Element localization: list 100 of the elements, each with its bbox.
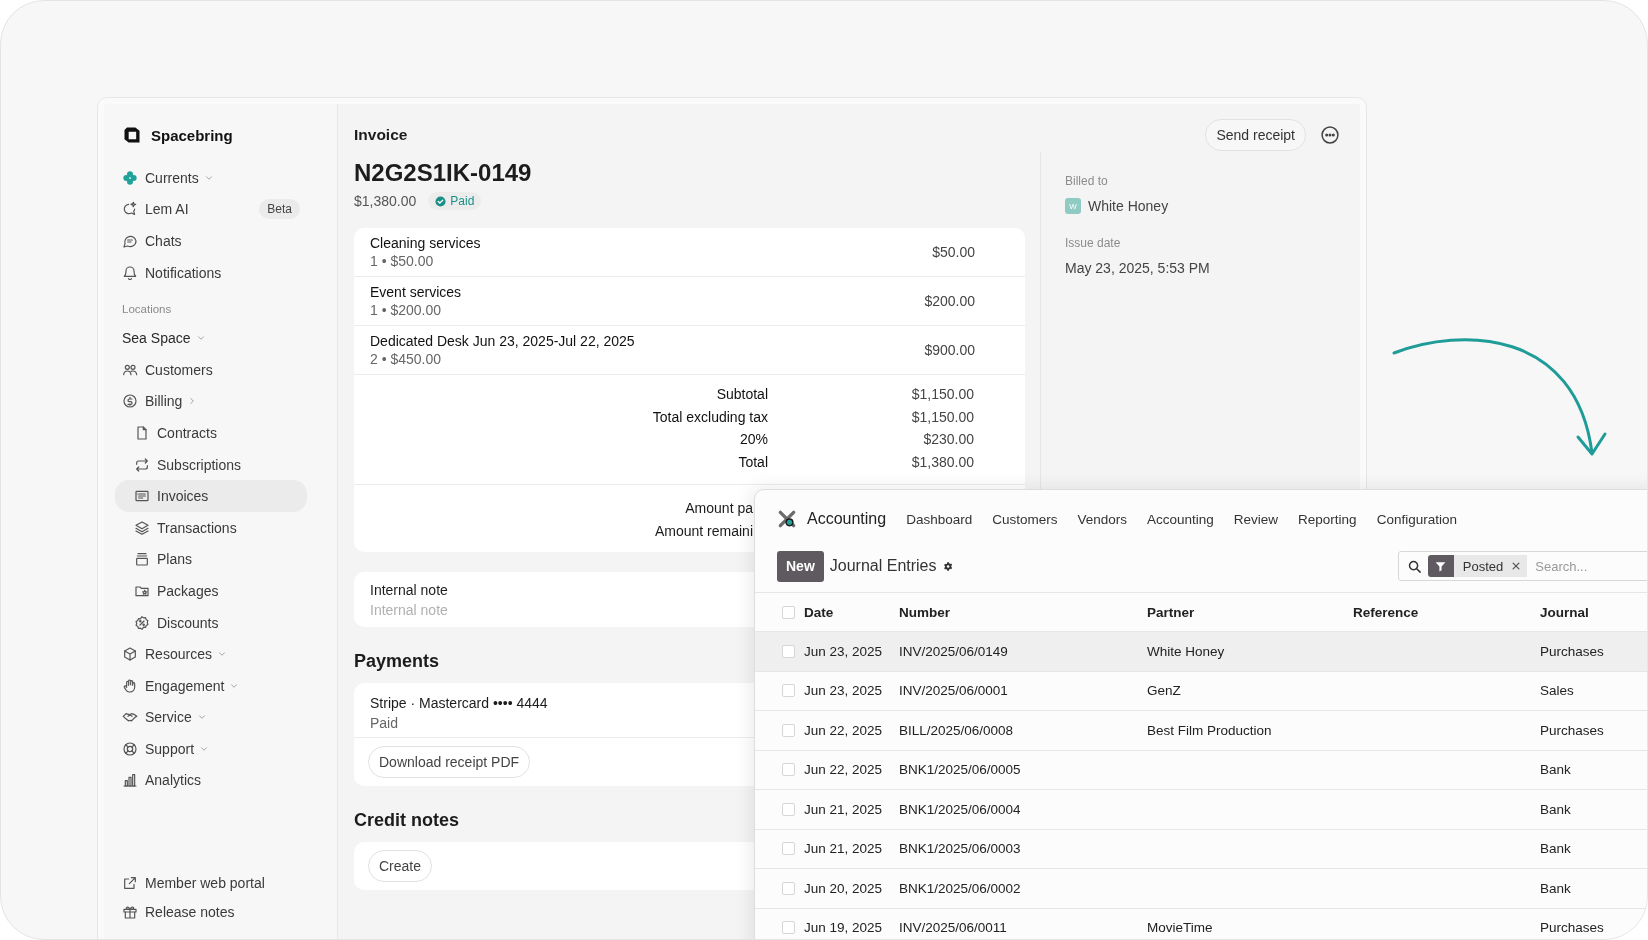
item-detail: 1 • $50.00 (370, 252, 435, 270)
ai-chat-icon (122, 201, 138, 218)
table-cell-text: BNK1/2025/06/0004 (899, 801, 1022, 817)
clover-icon (122, 169, 138, 186)
filter-chip[interactable]: Posted (1453, 555, 1528, 577)
table-cell-text: White Honey (1147, 643, 1226, 659)
table-cell-text: Bank (1540, 801, 1572, 817)
table-cell-text: Purchases (1540, 643, 1605, 659)
sidebar-item[interactable]: Chats (115, 225, 307, 257)
total-label: 20% (738, 430, 768, 450)
search-field[interactable]: Posted Search... (1397, 551, 1647, 581)
column-header[interactable]: Journal (1540, 604, 1647, 620)
table-cell-text: BILL/2025/06/0008 (899, 722, 1015, 738)
note-field[interactable]: Internal note (370, 600, 670, 620)
sidebar-item[interactable]: Resources (115, 638, 307, 670)
create-button[interactable]: Create (368, 850, 433, 883)
brand-name: Spacebring (151, 126, 233, 144)
table-row[interactable]: Jun 21, 2025 BNK1/2025/06/0004 Bank (755, 790, 1647, 830)
column-header[interactable]: Date (804, 604, 899, 620)
sidebar-item[interactable]: Support (115, 733, 307, 765)
column-header[interactable]: Number (899, 604, 1147, 620)
sidebar-item[interactable]: Invoices (115, 480, 307, 512)
checkbox[interactable] (782, 921, 795, 935)
box-icon (122, 646, 138, 663)
settings-icon[interactable] (942, 559, 953, 573)
nav-link[interactable]: Vendors (1077, 511, 1128, 527)
table-row[interactable]: Jun 22, 2025 BNK1/2025/06/0005 Bank (755, 750, 1647, 790)
sidebar-item[interactable]: Analytics (115, 764, 307, 797)
nav-link[interactable]: Review (1233, 511, 1279, 527)
sidebar-item[interactable]: Contracts (115, 417, 307, 449)
sidebar-item[interactable]: Currents (115, 162, 307, 194)
sidebar-item[interactable]: Member web portal (115, 869, 307, 898)
table-cell-text: Sales (1540, 683, 1575, 699)
checkbox[interactable] (782, 644, 795, 658)
beta-tag: Beta (259, 199, 300, 220)
nav-link[interactable]: Customers (992, 511, 1058, 527)
checkbox[interactable] (782, 802, 795, 816)
lifebuoy-icon (122, 740, 138, 757)
logo-icon (122, 125, 142, 145)
table-row[interactable]: Jun 22, 2025 BILL/2025/06/0008 Best Film Production Purchases (755, 711, 1647, 751)
field-label: Billed to (1065, 174, 1108, 188)
nav-link[interactable]: Reporting (1298, 511, 1357, 527)
send-receipt-button[interactable]: Send receipt (1205, 119, 1306, 151)
bar-chart-icon (122, 772, 138, 789)
customer-name: White Honey (1088, 198, 1169, 214)
table-row[interactable]: Jun 20, 2025 BNK1/2025/06/0002 Bank (755, 869, 1647, 909)
checkbox[interactable] (782, 763, 795, 777)
column-header[interactable]: Partner (1147, 604, 1353, 620)
sidebar-item[interactable]: Transactions (115, 511, 307, 544)
table-cell-text: Bank (1540, 762, 1572, 778)
sidebar-item[interactable]: Engagement (115, 669, 307, 702)
table-cell-text: Best Film Production (1147, 722, 1273, 738)
table-cell-text: Jun 23, 2025 (804, 643, 884, 659)
sidebar-item[interactable]: Service (115, 701, 307, 734)
total-value: $1,150.00 (910, 407, 974, 427)
more-icon[interactable] (1320, 125, 1340, 145)
total-value: $1,150.00 (910, 385, 974, 404)
document-icon (134, 424, 150, 441)
table-cell-text: INV/2025/06/0149 (899, 643, 1009, 659)
total-value: $1,380.00 (910, 453, 974, 473)
new-button[interactable]: New (777, 550, 824, 582)
table-cell-text: Jun 21, 2025 (804, 841, 884, 857)
sidebar-item[interactable]: Billing (115, 385, 307, 418)
download-receipt-button[interactable]: Download receipt PDF (368, 746, 531, 779)
payment-status: Paid (370, 714, 399, 734)
field-label: Issue date (1065, 236, 1121, 250)
item-detail: 1 • $200.00 (370, 301, 443, 319)
column-header[interactable]: Reference (1353, 604, 1540, 620)
table-cell-text: Bank (1540, 841, 1572, 857)
sidebar-item[interactable]: Discounts (115, 606, 307, 639)
sidebar-item[interactable]: Notifications (115, 256, 307, 289)
checkbox[interactable] (782, 723, 795, 737)
sidebar-item[interactable]: Lem AI Beta (115, 193, 307, 226)
location-switcher[interactable]: Sea Space (115, 322, 307, 354)
table-cell-text: MovieTime (1147, 920, 1214, 936)
checkbox[interactable] (782, 842, 795, 856)
sidebar-item[interactable]: Customers (115, 353, 307, 386)
checkbox[interactable] (782, 881, 795, 895)
filter-icon (1427, 555, 1454, 577)
item-amount: $900.00 (924, 342, 975, 358)
nav-link[interactable]: Accounting (1147, 511, 1214, 527)
nav-link[interactable]: Configuration (1376, 511, 1457, 527)
sidebar-item[interactable]: Release notes (115, 897, 307, 926)
checkbox[interactable] (782, 605, 795, 619)
table-cell-text: INV/2025/06/0011 (899, 920, 1008, 936)
table-row[interactable]: Jun 23, 2025 INV/2025/06/0001 GenZ Sales (755, 671, 1647, 711)
table-row[interactable]: Jun 19, 2025 INV/2025/06/0011 MovieTime Purchases (755, 908, 1647, 939)
item-amount: $200.00 (924, 293, 975, 309)
sidebar-item[interactable]: Plans (115, 543, 307, 576)
table-row[interactable]: Jun 21, 2025 BNK1/2025/06/0003 Bank (755, 829, 1647, 869)
discount-icon (134, 614, 150, 631)
sidebar-item[interactable]: Subscriptions (115, 448, 307, 481)
checkbox[interactable] (782, 684, 795, 698)
layers-icon (134, 519, 150, 536)
sidebar-item[interactable]: Packages (115, 575, 307, 607)
table-row[interactable]: Jun 23, 2025 INV/2025/06/0149 White Honey Purchases (755, 632, 1647, 672)
nav-link[interactable]: Dashboard (906, 511, 973, 527)
repeat-icon (134, 456, 150, 473)
search-icon (1406, 558, 1422, 574)
amount-label: Amount remaini (653, 521, 753, 541)
